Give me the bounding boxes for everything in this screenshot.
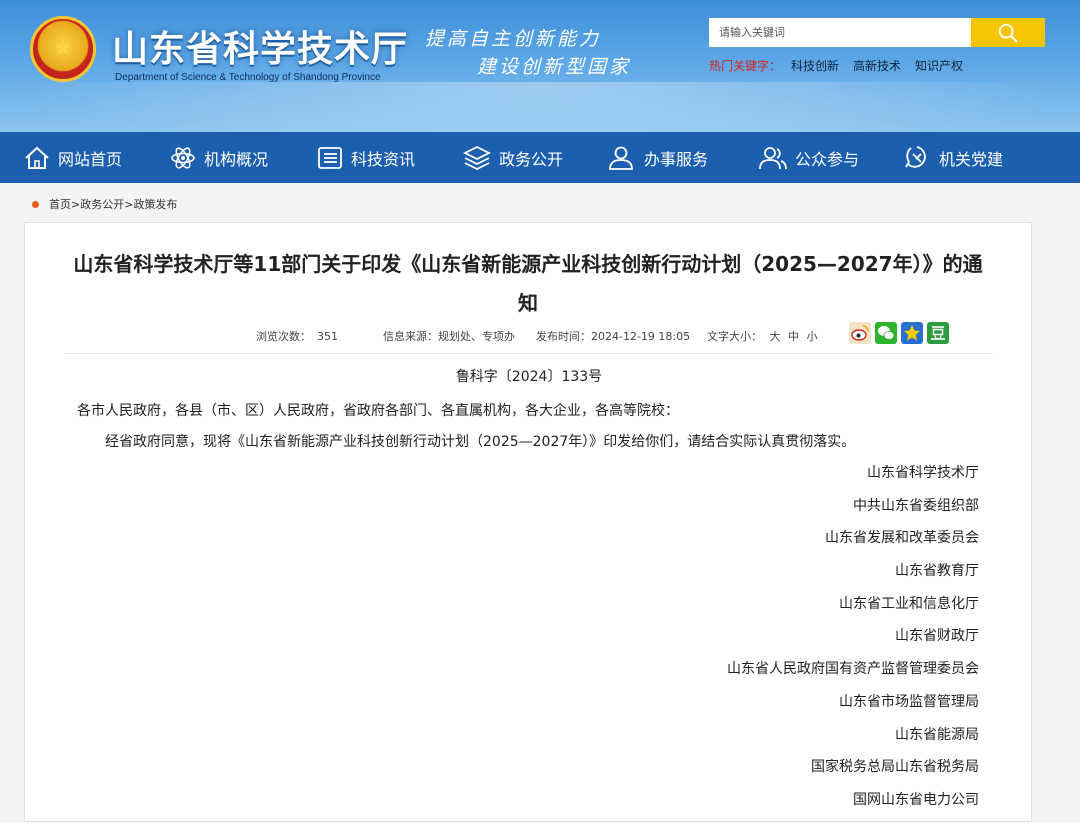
breadcrumb-home[interactable]: 首页 xyxy=(49,196,71,212)
atom-icon xyxy=(171,146,195,169)
signer: 山东省工业和信息化厅 xyxy=(839,595,979,612)
hot-keywords: 热门关键字： 科技创新 高新技术 知识产权 xyxy=(709,57,963,74)
signer: 山东省人民政府国有资产监督管理委员会 xyxy=(727,661,979,678)
meta-divider xyxy=(65,353,993,354)
views-meta: 浏览次数： 351 xyxy=(256,328,338,344)
source-value: 规划处、专项办 xyxy=(438,330,515,343)
article-title: 山东省科学技术厅等11部门关于印发《山东省新能源产业科技创新行动计划（2025—… xyxy=(73,252,983,315)
nav-item-party[interactable]: 机关党建 xyxy=(903,132,1003,183)
views-label: 浏览次数： xyxy=(256,330,311,343)
hot-keywords-label: 热门关键字： xyxy=(709,59,782,73)
breadcrumb-dot-icon xyxy=(32,200,39,208)
breadcrumb: 首页 > 政务公开 > 政策发布 xyxy=(32,196,177,212)
document-body: 经省政府同意，现将《山东省新能源产业科技创新行动计划（2025—2027年）》印… xyxy=(105,434,856,450)
share-weibo-button[interactable] xyxy=(849,322,871,344)
news-icon xyxy=(318,146,342,169)
header-wave-decoration xyxy=(0,82,1080,132)
site-subtitle: Department of Science & Technology of Sh… xyxy=(115,72,381,83)
nav-item-services[interactable]: 办事服务 xyxy=(608,132,708,183)
fontsize-large-link[interactable]: 大 xyxy=(770,330,781,343)
document-number: 鲁科字〔2024〕133号 xyxy=(455,369,603,385)
views-count: 351 xyxy=(317,330,338,343)
signer: 山东省市场监督管理局 xyxy=(839,693,979,710)
site-header: ★ 山东省科学技术厅 Department of Science & Techn… xyxy=(0,0,1080,132)
nav-item-label: 办事服务 xyxy=(644,149,709,169)
search-input[interactable] xyxy=(709,18,971,47)
breadcrumb-separator: > xyxy=(71,197,81,211)
national-emblem-icon[interactable]: ★ xyxy=(30,16,96,82)
slogan-line-1: 提高自主创新能力 xyxy=(425,28,602,50)
nav-item-label: 政务公开 xyxy=(499,149,564,169)
date-meta: 发布时间：2024-12-19 18:05 xyxy=(536,328,690,344)
weibo-icon xyxy=(851,325,869,341)
people-icon xyxy=(759,146,787,169)
document-signers: 山东省科学技术厅 中共山东省委组织部 山东省发展和改革委员会 山东省教育厅 山东… xyxy=(727,463,979,823)
search-icon xyxy=(998,23,1018,42)
share-qzone-button[interactable] xyxy=(901,322,923,344)
hot-keyword-link[interactable]: 知识产权 xyxy=(915,57,963,74)
qzone-star-icon xyxy=(904,325,920,341)
signer: 山东省财政厅 xyxy=(895,628,979,645)
signer: 山东省教育厅 xyxy=(895,563,979,580)
nav-item-label: 机构概况 xyxy=(204,149,269,169)
source-meta: 信息来源：规划处、专项办 xyxy=(383,328,515,344)
hot-keyword-link[interactable]: 高新技术 xyxy=(853,57,901,74)
article-card: 山东省科学技术厅等11部门关于印发《山东省新能源产业科技创新行动计划（2025—… xyxy=(24,222,1032,822)
breadcrumb-separator: > xyxy=(124,197,134,211)
hot-keyword-link[interactable]: 科技创新 xyxy=(791,57,839,74)
date-value: 2024-12-19 18:05 xyxy=(591,330,691,343)
layers-icon xyxy=(463,145,491,170)
nav-item-label: 网站首页 xyxy=(58,149,123,169)
wechat-icon xyxy=(878,326,895,340)
breadcrumb-gov-affairs[interactable]: 政务公开 xyxy=(80,196,124,212)
nav-item-label: 公众参与 xyxy=(795,149,860,169)
fontsize-medium-link[interactable]: 中 xyxy=(788,330,799,343)
document-addressee: 各市人民政府，各县（市、区）人民政府，省政府各部门、各直属机构，各大企业，各高等… xyxy=(77,403,679,419)
fontsize-meta: 文字大小： 大 中 小 xyxy=(707,328,818,344)
share-wechat-button[interactable] xyxy=(875,322,897,344)
fontsize-label: 文字大小： xyxy=(707,330,762,343)
party-icon xyxy=(905,145,926,168)
site-title[interactable]: 山东省科学技术厅 xyxy=(112,20,408,72)
signer: 国家税务总局山东省税务局 xyxy=(811,759,979,776)
nav-item-about[interactable]: 机构概况 xyxy=(170,132,268,183)
fontsize-small-link[interactable]: 小 xyxy=(807,330,818,343)
share-douban-button[interactable] xyxy=(927,322,949,344)
signer: 中共山东省委组织部 xyxy=(853,497,979,514)
douban-icon xyxy=(931,326,945,340)
nav-item-label: 科技资讯 xyxy=(351,149,416,169)
slogan-line-2: 建设创新型国家 xyxy=(477,56,632,78)
star-icon: ★ xyxy=(53,36,73,61)
home-icon xyxy=(25,146,49,169)
nav-item-public[interactable]: 公众参与 xyxy=(759,132,859,183)
nav-item-gov-affairs[interactable]: 政务公开 xyxy=(463,132,563,183)
share-buttons xyxy=(849,322,949,344)
breadcrumb-policy[interactable]: 政策发布 xyxy=(133,196,177,212)
nav-item-news[interactable]: 科技资讯 xyxy=(317,132,415,183)
nav-item-label: 机关党建 xyxy=(939,149,1004,169)
signer: 山东省发展和改革委员会 xyxy=(825,530,979,547)
main-nav: 网站首页 机构概况 科技资讯 政务公开 办事服务 公众参与 机关党建 xyxy=(0,132,1080,183)
source-label: 信息来源： xyxy=(383,330,438,343)
nav-item-home[interactable]: 网站首页 xyxy=(24,132,122,183)
user-service-icon xyxy=(609,146,633,170)
date-label: 发布时间： xyxy=(536,330,591,343)
search-button[interactable] xyxy=(971,18,1045,47)
signer: 山东省能源局 xyxy=(895,726,979,743)
signer: 山东省科学技术厅 xyxy=(867,465,979,481)
signer: 国网山东省电力公司 xyxy=(853,791,979,808)
